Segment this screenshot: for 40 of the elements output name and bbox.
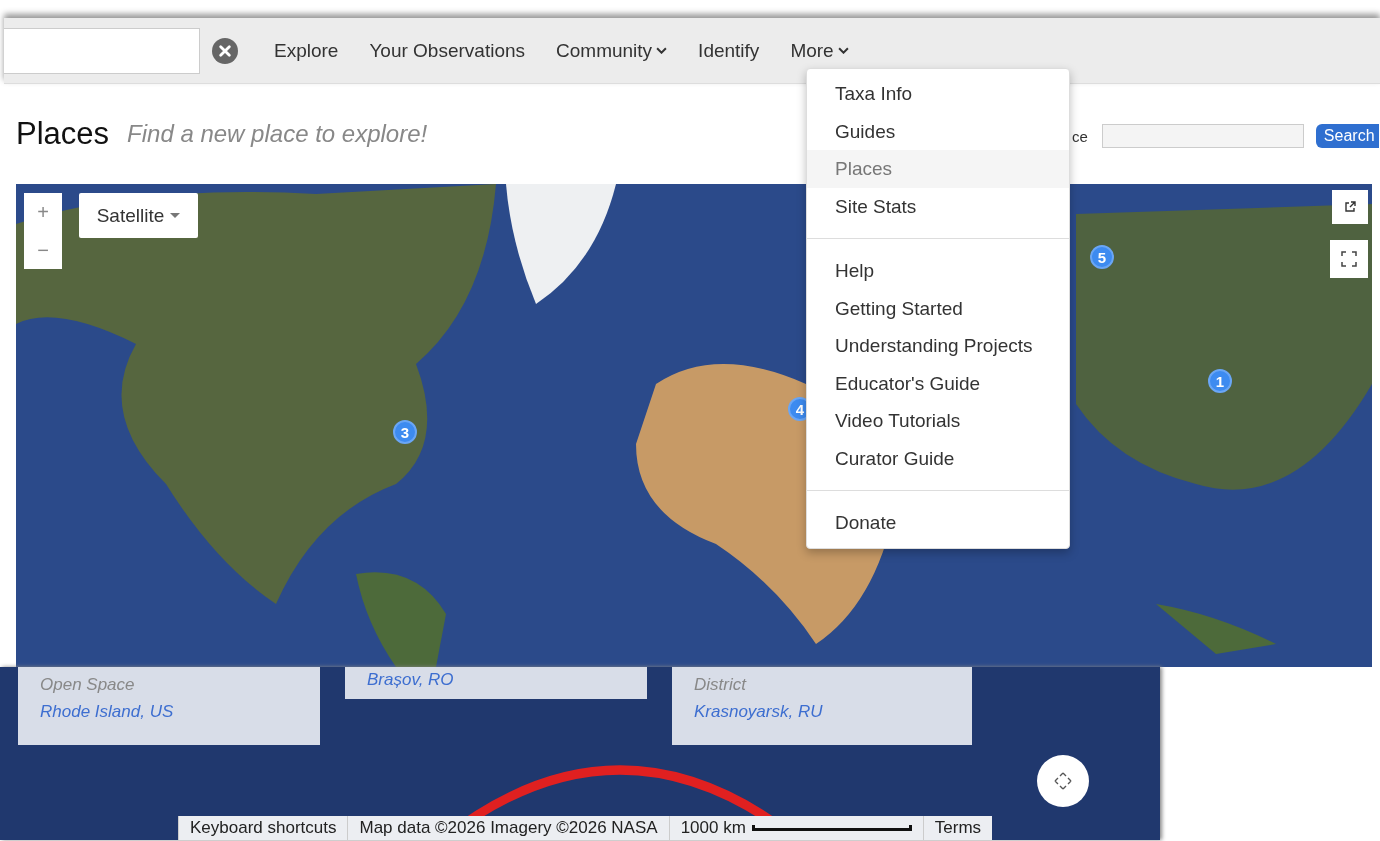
place-type: Open Space bbox=[40, 675, 136, 695]
keyboard-shortcuts-link[interactable]: Keyboard shortcuts bbox=[178, 816, 348, 840]
page-subtitle: Find a new place to explore! bbox=[127, 120, 428, 148]
menu-item[interactable]: Site Stats bbox=[807, 187, 1069, 225]
menu-item[interactable]: Taxa Info bbox=[807, 75, 1069, 113]
caret-icon bbox=[170, 213, 181, 218]
scale-label: 1000 km bbox=[680, 818, 746, 838]
menu-item[interactable]: Getting Started bbox=[807, 289, 1069, 327]
recenter-button[interactable] bbox=[1037, 755, 1089, 807]
fullscreen-button[interactable] bbox=[1330, 240, 1368, 278]
place-link[interactable]: Rhode Island, US bbox=[40, 702, 298, 722]
clear-icon[interactable] bbox=[212, 37, 238, 64]
menu-item[interactable]: Donate bbox=[807, 504, 1069, 542]
move-arrows-icon bbox=[1053, 771, 1073, 791]
menu-item[interactable]: Understanding Projects bbox=[807, 327, 1069, 365]
fullscreen-icon bbox=[1341, 251, 1357, 267]
place-link[interactable]: Brașov, RO bbox=[367, 670, 625, 690]
menu-item[interactable]: Places bbox=[807, 150, 1069, 188]
map-type-dropdown[interactable]: Satellite bbox=[79, 193, 198, 238]
nav-link[interactable]: Your Observations bbox=[369, 39, 526, 62]
search-label: ce bbox=[1072, 127, 1088, 145]
nav-link[interactable]: More bbox=[790, 39, 849, 62]
map-data-credit: Map data ©2026 Imagery ©2026 NASA bbox=[347, 816, 669, 840]
place-search-field[interactable] bbox=[1101, 124, 1304, 148]
nav-link[interactable]: Community bbox=[556, 39, 668, 62]
terms-link[interactable]: Terms bbox=[922, 816, 993, 840]
place-type: District bbox=[694, 675, 748, 695]
page-title: Places bbox=[16, 116, 110, 152]
nav-link[interactable]: Identify bbox=[698, 39, 760, 62]
nav-link[interactable]: Explore bbox=[274, 39, 339, 62]
external-link-icon bbox=[1344, 201, 1356, 213]
menu-item[interactable]: Guides bbox=[807, 112, 1069, 150]
chevron-down-icon bbox=[837, 47, 849, 54]
external-link-button[interactable] bbox=[1332, 190, 1368, 224]
place-link[interactable]: Krasnoyarsk, RU bbox=[694, 702, 950, 722]
search-button[interactable]: Search bbox=[1315, 124, 1379, 148]
chevron-down-icon bbox=[656, 47, 668, 54]
menu-item[interactable]: Help bbox=[807, 252, 1069, 290]
search-field[interactable] bbox=[4, 27, 200, 74]
menu-item[interactable]: Curator Guide bbox=[807, 439, 1069, 477]
